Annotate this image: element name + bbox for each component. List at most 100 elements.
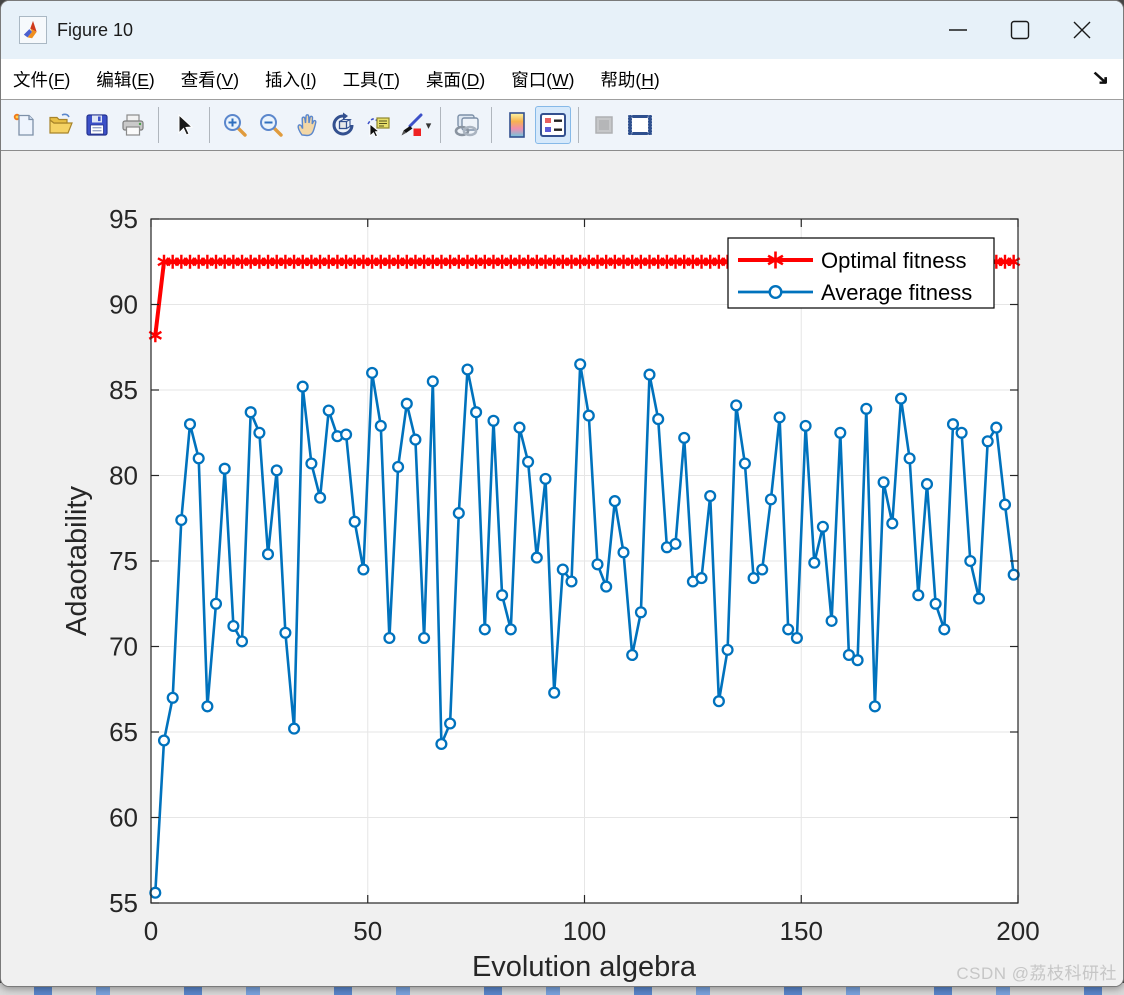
circle-marker bbox=[834, 426, 847, 439]
circle-marker bbox=[244, 406, 257, 419]
circle-marker bbox=[773, 411, 786, 424]
hide-plot-tools-button bbox=[586, 106, 622, 144]
zoom-in-button[interactable] bbox=[217, 106, 253, 144]
circle-marker bbox=[409, 433, 422, 446]
data-cursor-button[interactable] bbox=[361, 106, 397, 144]
circle-marker bbox=[816, 520, 829, 533]
circle-marker bbox=[764, 493, 777, 506]
circle-marker bbox=[652, 413, 665, 426]
circle-marker bbox=[938, 623, 951, 636]
menu-item-file[interactable]: 文件(F) bbox=[13, 67, 70, 92]
pan-hand-button[interactable] bbox=[289, 106, 325, 144]
y-tick-label: 55 bbox=[109, 888, 138, 918]
circle-marker bbox=[825, 614, 838, 627]
circle-marker bbox=[990, 421, 1003, 434]
circle-marker bbox=[201, 700, 214, 713]
minimize-button[interactable] bbox=[927, 8, 989, 52]
x-tick-label: 150 bbox=[780, 916, 823, 946]
circle-marker bbox=[504, 623, 517, 636]
menu-item-view[interactable]: 查看(V) bbox=[181, 67, 239, 92]
circle-marker bbox=[920, 478, 934, 491]
insert-legend-button[interactable] bbox=[535, 106, 571, 144]
circle-marker bbox=[972, 592, 986, 605]
y-tick-label: 80 bbox=[109, 461, 138, 491]
show-plot-tools-dock-button[interactable] bbox=[622, 106, 658, 144]
circle-marker bbox=[868, 700, 881, 713]
circle-marker bbox=[496, 589, 509, 602]
figure-canvas[interactable]: 0 50 100 150 200 55 60 65 70 75 80 85 90 95 Evolution… bbox=[1, 151, 1123, 986]
menu-item-help[interactable]: 帮助(H) bbox=[600, 67, 659, 92]
print-figure-button[interactable] bbox=[115, 106, 151, 144]
circle-marker bbox=[426, 375, 439, 388]
menu-item-window[interactable]: 窗口(W) bbox=[511, 67, 574, 92]
circle-marker bbox=[314, 491, 327, 504]
circle-marker bbox=[478, 623, 491, 636]
y-axis-label: Adaotability bbox=[61, 486, 93, 636]
toolbar-separator bbox=[440, 107, 441, 143]
maximize-button[interactable] bbox=[989, 8, 1051, 52]
title-bar[interactable]: Figure 10 bbox=[1, 1, 1123, 59]
circle-marker bbox=[192, 452, 205, 465]
circle-marker bbox=[860, 402, 873, 415]
new-figure-button[interactable] bbox=[7, 106, 43, 144]
circle-marker bbox=[444, 717, 457, 730]
circle-marker bbox=[617, 546, 630, 559]
circle-marker bbox=[903, 452, 916, 465]
dock-figure-arrow-icon[interactable]: ↘ bbox=[1091, 65, 1109, 90]
insert-colorbar-button[interactable] bbox=[499, 106, 535, 144]
circle-marker bbox=[530, 551, 543, 564]
circle-marker bbox=[539, 472, 552, 485]
brush-button[interactable]: ▾ bbox=[397, 106, 433, 144]
x-tick-label: 0 bbox=[144, 916, 158, 946]
legend-sample-average-marker bbox=[768, 284, 783, 299]
circle-marker bbox=[288, 722, 301, 735]
circle-marker bbox=[886, 517, 899, 530]
pointer-button[interactable] bbox=[166, 106, 202, 144]
circle-marker bbox=[998, 498, 1012, 511]
circle-marker bbox=[929, 597, 942, 610]
menu-item-insert[interactable]: 插入(I) bbox=[265, 67, 317, 92]
circle-marker bbox=[348, 515, 361, 528]
circle-marker bbox=[1007, 568, 1020, 581]
circle-marker bbox=[704, 489, 717, 503]
circle-marker bbox=[556, 563, 569, 576]
circle-marker bbox=[894, 392, 908, 405]
menu-item-desktop[interactable]: 桌面(D) bbox=[426, 67, 485, 92]
circle-marker bbox=[183, 418, 197, 431]
circle-marker bbox=[235, 635, 249, 648]
circle-marker bbox=[712, 695, 725, 708]
circle-marker bbox=[756, 563, 769, 576]
legend-label-optimal: Optimal fitness bbox=[821, 248, 967, 273]
circle-marker bbox=[634, 606, 647, 619]
brush-dropdown-icon[interactable]: ▾ bbox=[426, 119, 432, 132]
circle-marker bbox=[418, 631, 431, 645]
close-button[interactable] bbox=[1051, 8, 1113, 52]
legend-label-average: Average fitness bbox=[821, 280, 972, 305]
circle-marker bbox=[582, 409, 595, 422]
open-file-button[interactable] bbox=[43, 106, 79, 144]
toolbar-separator bbox=[491, 107, 492, 143]
circle-marker bbox=[626, 648, 639, 662]
rotate-3d-button[interactable] bbox=[325, 106, 361, 144]
circle-marker bbox=[548, 686, 561, 699]
link-plot-button[interactable] bbox=[448, 106, 484, 144]
circle-marker bbox=[721, 643, 734, 656]
screen: Figure 10 文件(F) 编辑(E) 查看(V) 插入(I) 工具(T) 桌面(D)… bbox=[0, 0, 1124, 995]
y-tick-label: 75 bbox=[109, 546, 138, 576]
circle-marker bbox=[227, 619, 240, 633]
x-tick-label: 50 bbox=[353, 916, 382, 946]
circle-marker bbox=[209, 597, 223, 610]
x-axis-label: Evolution algebra bbox=[472, 951, 697, 983]
save-figure-button[interactable] bbox=[79, 106, 115, 144]
menu-item-tools[interactable]: 工具(T) bbox=[343, 67, 400, 92]
circle-marker bbox=[782, 623, 795, 636]
toolbar-separator bbox=[209, 107, 210, 143]
menu-item-edit[interactable]: 编辑(E) bbox=[96, 67, 154, 92]
circle-marker bbox=[946, 418, 960, 431]
circle-marker bbox=[747, 572, 760, 585]
circle-marker bbox=[261, 548, 275, 561]
zoom-out-button[interactable] bbox=[253, 106, 289, 144]
legend[interactable]: Optimal fitness Average fitness bbox=[727, 237, 995, 309]
circle-marker bbox=[738, 457, 751, 470]
circle-marker bbox=[522, 455, 535, 468]
